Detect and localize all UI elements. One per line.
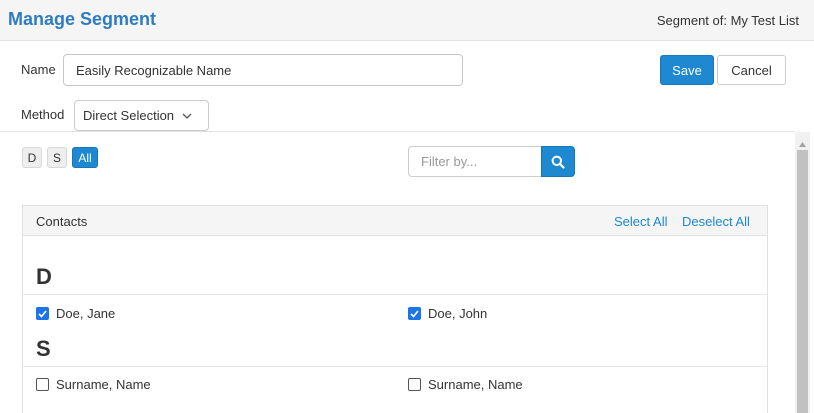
group-heading-s: S — [36, 336, 51, 361]
method-select-value: Direct Selection — [83, 108, 175, 123]
checkbox-checked[interactable] — [36, 307, 49, 320]
search-button[interactable] — [541, 146, 575, 177]
contact-name: Surname, Name — [428, 377, 523, 392]
contacts-panel: Contacts Select All Deselect All D Doe, … — [22, 205, 768, 413]
checkbox-checked[interactable] — [408, 307, 421, 320]
scrollbar-thumb[interactable] — [797, 150, 808, 413]
contact-name: Doe, Jane — [56, 306, 116, 321]
search-icon — [551, 155, 565, 169]
select-all-link[interactable]: Select All — [614, 214, 667, 229]
filter-input[interactable] — [408, 146, 542, 177]
page-title: Manage Segment — [8, 9, 157, 29]
segment-of-label: Segment of: My Test List — [656, 13, 799, 28]
method-select[interactable]: Direct Selection — [74, 100, 209, 131]
save-button[interactable]: Save — [660, 55, 714, 85]
cancel-button[interactable]: Cancel — [717, 55, 786, 85]
arrow-up-icon[interactable] — [798, 136, 807, 147]
page-header: Manage Segment Segment of: My Test List — [0, 0, 814, 41]
contact-item[interactable]: Surname, Name — [36, 377, 151, 392]
contacts-panel-header: Contacts Select All Deselect All — [23, 206, 767, 236]
group-divider — [23, 366, 767, 367]
method-label: Method — [21, 107, 65, 122]
checkbox-unchecked[interactable] — [36, 378, 49, 391]
chevron-down-icon — [182, 113, 192, 119]
letter-filter-d[interactable]: D — [22, 147, 42, 168]
name-label: Name — [21, 62, 56, 77]
contacts-panel-title: Contacts — [36, 214, 88, 229]
deselect-all-link[interactable]: Deselect All — [682, 214, 750, 229]
checkbox-unchecked[interactable] — [408, 378, 421, 391]
group-heading-d: D — [36, 264, 52, 289]
contact-item[interactable]: Doe, Jane — [36, 306, 115, 321]
form-divider — [0, 131, 795, 132]
name-input[interactable] — [63, 54, 463, 86]
contact-name: Doe, John — [428, 306, 488, 321]
letter-filter-all[interactable]: All — [72, 147, 98, 168]
check-icon — [410, 309, 419, 318]
check-icon — [38, 309, 47, 318]
group-divider — [23, 294, 767, 295]
contact-name: Surname, Name — [56, 377, 151, 392]
contact-item[interactable]: Doe, John — [408, 306, 487, 321]
contact-item[interactable]: Surname, Name — [408, 377, 523, 392]
letter-filter-s[interactable]: S — [47, 147, 67, 168]
